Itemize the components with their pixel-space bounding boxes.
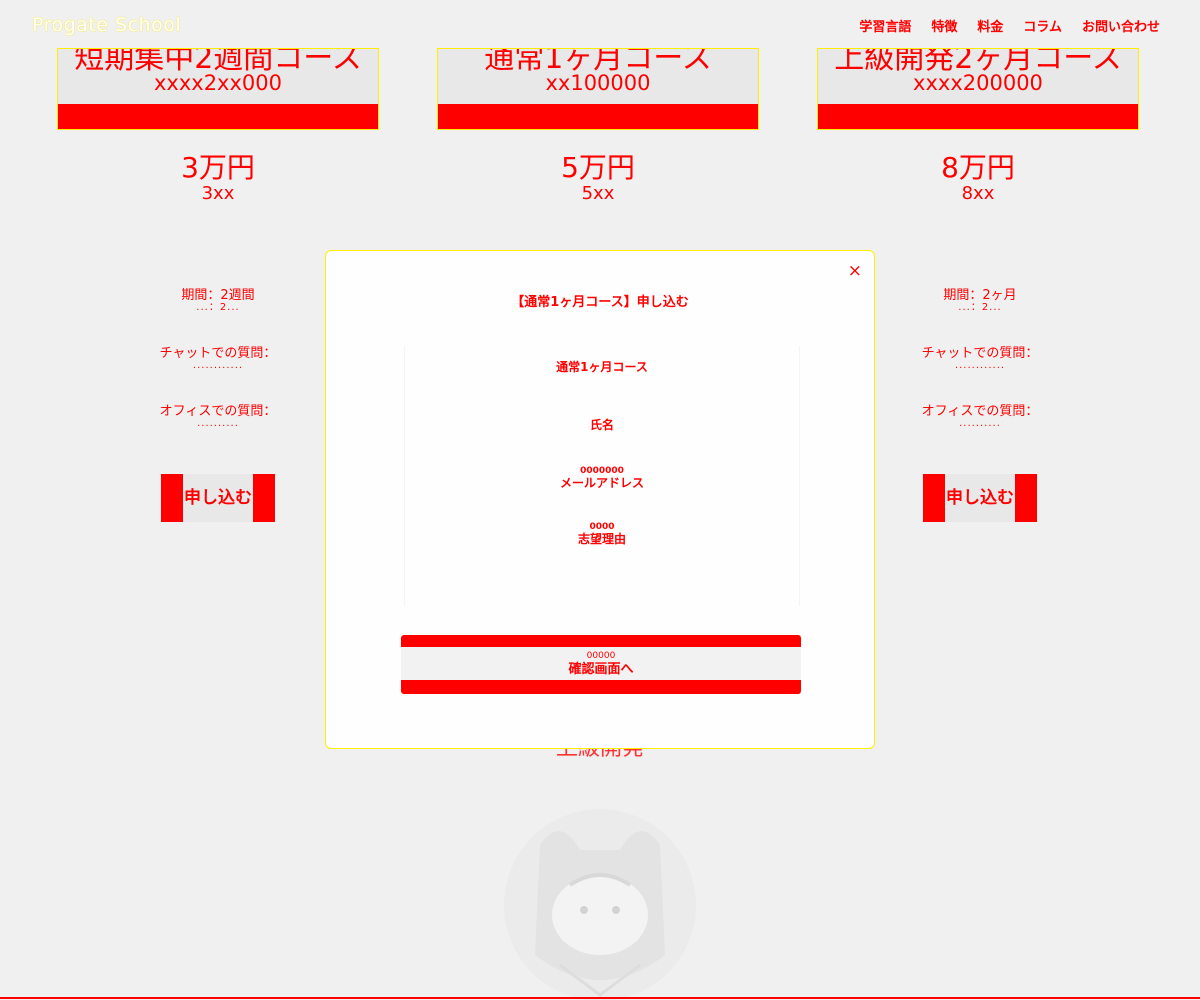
confirm-hint: 00000	[586, 651, 616, 661]
confirm-button-body: 00000 確認画面へ	[401, 647, 801, 680]
course-field[interactable]: 通常1ヶ月コース	[405, 360, 799, 374]
reason-label: 志望理由	[577, 532, 626, 546]
confirm-label: 確認画面へ	[568, 662, 634, 677]
reason-hint: 0000	[589, 522, 615, 532]
email-field[interactable]: 0000000 メールアドレス	[405, 466, 799, 490]
name-field[interactable]: 氏名	[405, 418, 799, 432]
modal-title: 【通常1ヶ月コース】申し込む	[511, 295, 689, 310]
application-modal: × 【通常1ヶ月コース】申し込む 通常1ヶ月コース 氏名 0000000 メール…	[325, 250, 875, 749]
course-label: 通常1ヶ月コース	[556, 360, 648, 374]
email-label: メールアドレス	[559, 476, 644, 490]
email-hint: 0000000	[580, 466, 624, 476]
reason-field[interactable]: 0000 志望理由	[405, 522, 799, 546]
close-icon[interactable]: ×	[848, 261, 862, 281]
name-label: 氏名	[589, 418, 614, 432]
application-form: 通常1ヶ月コース 氏名 0000000 メールアドレス 0000 志望理由	[404, 346, 800, 606]
confirm-button[interactable]: 00000 確認画面へ	[401, 635, 801, 694]
